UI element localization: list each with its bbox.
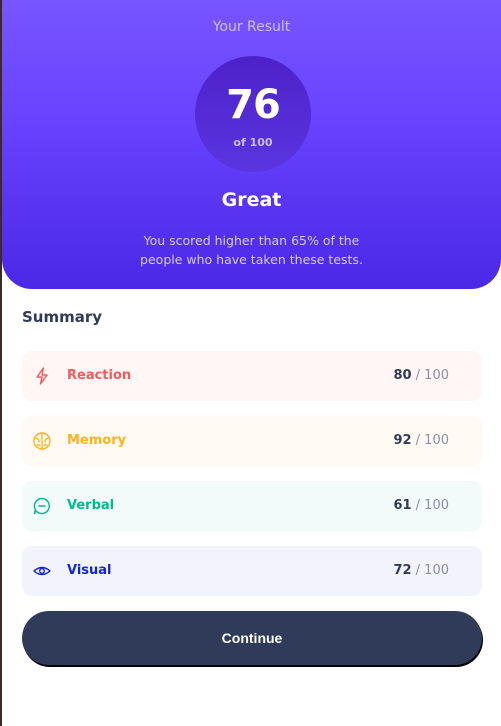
summary-label-reaction: Reaction (67, 368, 132, 383)
result-title: Your Result (212, 19, 291, 35)
summary-score-memory: 92 / 100 (393, 433, 449, 448)
summary-title: Summary (22, 308, 103, 326)
summary-label-visual: Visual (67, 563, 112, 578)
summary-label-memory: Memory (67, 433, 127, 448)
brain-icon (32, 431, 52, 451)
summary-row-visual: Visual 72 / 100 (22, 546, 482, 596)
summary-row-verbal: Verbal 61 / 100 (22, 481, 482, 531)
chat-icon (32, 496, 52, 516)
summary-row-reaction: Reaction 80 / 100 (22, 351, 482, 401)
result-description: You scored higher than 65% of the people… (140, 233, 363, 267)
summary-score-reaction: 80 / 100 (393, 368, 449, 383)
score-value: 76 (226, 82, 281, 128)
summary-score-visual: 72 / 100 (393, 563, 449, 578)
eye-icon (32, 561, 52, 581)
result-card: Your Result 76 of 100 Great You scored h… (2, 0, 501, 289)
summary-score-verbal: 61 / 100 (393, 498, 449, 513)
summary-row-memory: Memory 92 / 100 (22, 416, 482, 466)
score-of-label: of 100 (233, 136, 273, 149)
continue-button[interactable]: Continue (22, 611, 482, 665)
summary-label-verbal: Verbal (67, 498, 115, 513)
lightning-icon (32, 366, 52, 386)
score-circle: 76 of 100 (195, 56, 311, 172)
result-label: Great (221, 189, 282, 211)
